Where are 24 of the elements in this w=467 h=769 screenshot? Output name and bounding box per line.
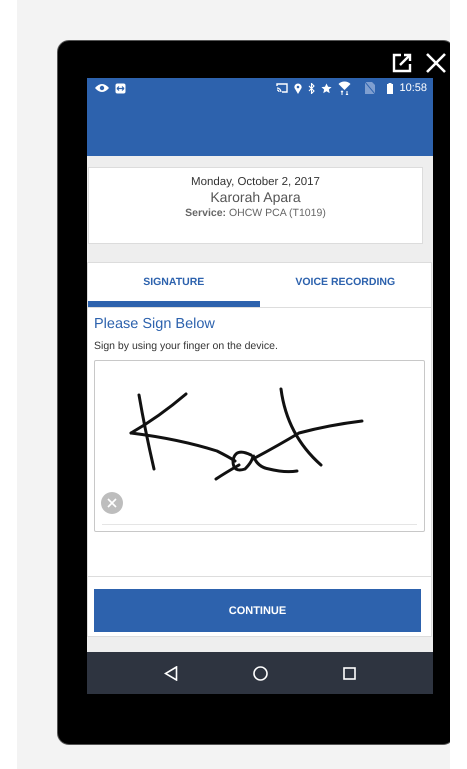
wifi-icon bbox=[338, 81, 352, 95]
sign-instruction: Sign by using your finger on the device. bbox=[94, 340, 279, 352]
visit-date: Monday, October 2, 2017 bbox=[190, 176, 321, 188]
status-time: 10:58 bbox=[399, 82, 427, 94]
recents-icon[interactable] bbox=[342, 666, 356, 680]
client-name: Karorah Apara bbox=[209, 189, 302, 205]
home-icon[interactable] bbox=[252, 666, 268, 680]
cast-icon bbox=[276, 83, 288, 93]
remote-icon bbox=[115, 82, 126, 94]
continue-button[interactable]: CONTINUE bbox=[94, 589, 421, 632]
star-icon bbox=[321, 82, 332, 94]
bluetooth-icon bbox=[308, 82, 316, 94]
close-icon[interactable] bbox=[425, 52, 447, 74]
location-icon bbox=[294, 82, 302, 94]
service-label: Service: bbox=[185, 207, 226, 219]
no-sim-icon bbox=[365, 82, 376, 94]
service-value: OHCW PCA (T1019) bbox=[228, 207, 326, 219]
signature-pad[interactable] bbox=[94, 360, 425, 532]
open-external-icon[interactable] bbox=[391, 52, 413, 74]
sign-heading: Please Sign Below bbox=[94, 316, 216, 332]
close-icon bbox=[107, 498, 117, 508]
eye-icon bbox=[95, 83, 109, 93]
back-icon[interactable] bbox=[164, 666, 178, 680]
battery-icon bbox=[387, 82, 394, 94]
